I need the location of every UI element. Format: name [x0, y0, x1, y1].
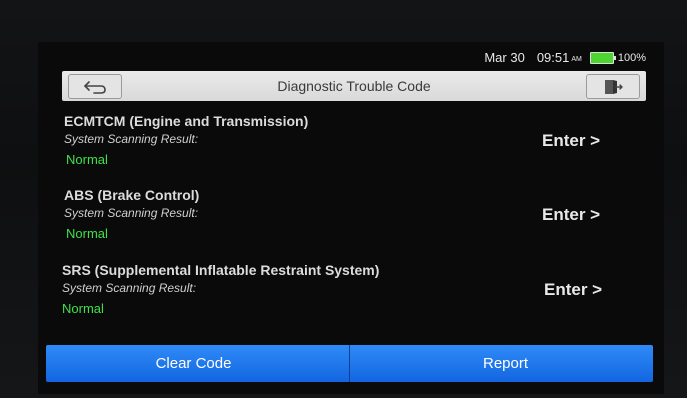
system-scan-label: System Scanning Result:: [64, 132, 199, 146]
status-time: 09:51: [536, 50, 570, 65]
system-scan-label: System Scanning Result:: [64, 206, 199, 220]
enter-button[interactable]: Enter >: [542, 205, 600, 225]
report-button[interactable]: Report: [350, 345, 653, 382]
system-status: Normal: [66, 152, 108, 167]
page-title: Diagnostic Trouble Code: [277, 78, 431, 94]
clear-code-label: Clear Code: [155, 355, 232, 372]
system-name: ECMTCM (Engine and Transmission): [64, 113, 309, 129]
system-status: Normal: [66, 226, 108, 241]
report-label: Report: [482, 355, 529, 372]
clear-code-button[interactable]: Clear Code: [46, 345, 350, 382]
status-bar: Mar 30 09:51 AM 100%: [62, 47, 646, 69]
system-name: SRS (Supplemental Inflatable Restraint S…: [62, 262, 380, 278]
system-row-srs[interactable]: SRS (Supplemental Inflatable Restraint S…: [62, 262, 646, 334]
system-row-abs[interactable]: ABS (Brake Control) System Scanning Resu…: [62, 187, 646, 259]
system-scan-label: System Scanning Result:: [62, 281, 197, 295]
bottom-action-bar: Clear Code Report: [46, 345, 653, 382]
enter-button[interactable]: Enter >: [544, 280, 602, 300]
system-status: Normal: [62, 301, 104, 316]
exit-door-icon: [605, 79, 623, 94]
system-row-ecmtcm[interactable]: ECMTCM (Engine and Transmission) System …: [62, 113, 646, 185]
status-ampm: AM: [571, 56, 582, 63]
battery-icon: [589, 51, 616, 64]
battery-level: 100%: [617, 51, 646, 64]
exit-button[interactable]: [586, 74, 640, 99]
status-date: Mar 30: [484, 50, 525, 65]
title-bar: Diagnostic Trouble Code: [62, 71, 646, 101]
status-right: Mar 30 09:51 AM 100%: [484, 50, 646, 65]
enter-button[interactable]: Enter >: [542, 131, 600, 151]
system-name: ABS (Brake Control): [64, 187, 200, 203]
